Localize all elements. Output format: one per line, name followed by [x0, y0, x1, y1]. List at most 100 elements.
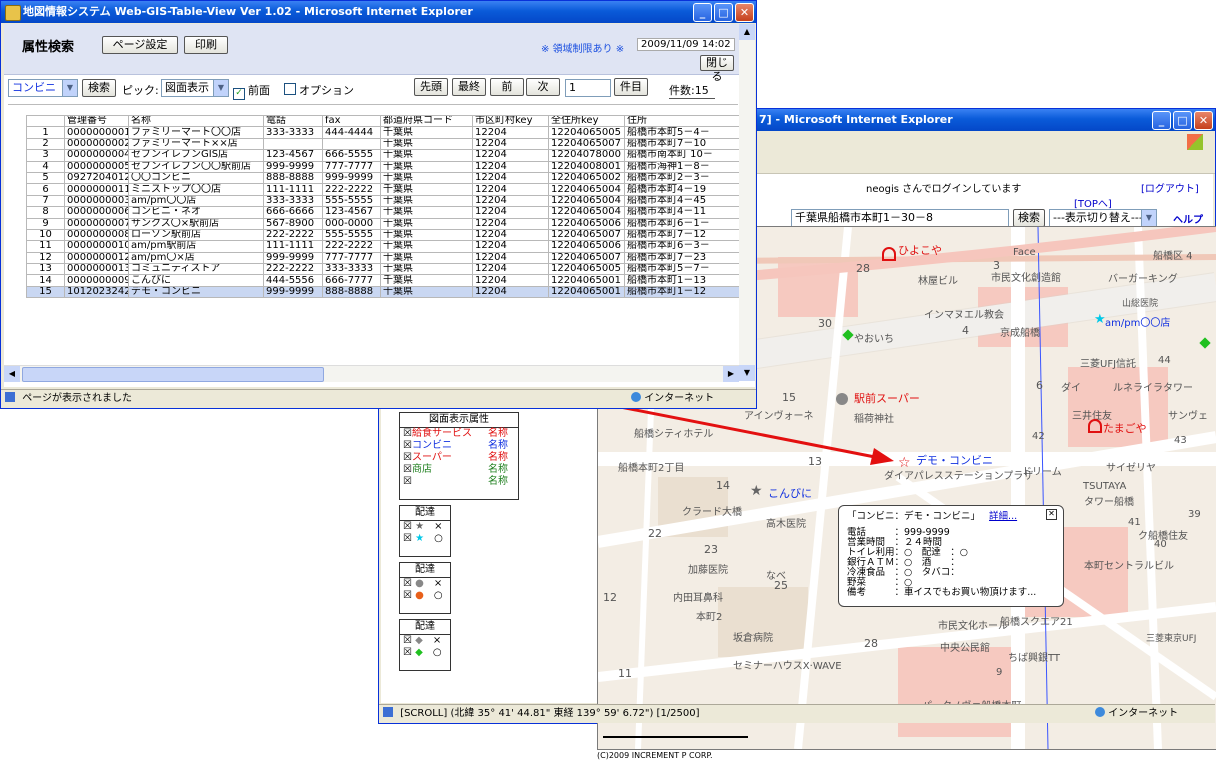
column-header[interactable] — [26, 114, 65, 128]
marker-konbini-icon[interactable]: ★ — [750, 483, 763, 499]
table-row[interactable]: 15 1012023242 デモ・コンビニ 999-9999 888-8888 千葉県 12… — [26, 285, 739, 299]
table-scroll-area[interactable]: 管理番号 名称 電話 fax 都道府県コード 市区町村key 全住所key 住所 1 00000… — [4, 108, 739, 364]
column-header[interactable]: fax — [322, 114, 381, 128]
category-select[interactable]: コンビニ ▼ — [8, 79, 78, 97]
table-row[interactable]: 10 0000000008 ローソン駅前店 222-2222 555-5555 千葉県 12… — [26, 228, 739, 242]
scroll-right-icon[interactable]: ▶ — [723, 366, 739, 382]
checkbox-checked-icon[interactable]: ☒ — [403, 521, 415, 532]
delivery-row[interactable]: ☒ ◆ ○ — [400, 647, 450, 659]
scroll-down-icon[interactable]: ▼ — [739, 365, 755, 381]
goto-record-button[interactable]: 件目 — [614, 78, 648, 96]
front-checkbox[interactable]: ✓ 前面 — [233, 82, 270, 100]
table-row[interactable]: 6 0000000011 ミニストップ〇〇店 111-1111 222-2222 千葉県 1… — [26, 183, 739, 196]
delivery-row[interactable]: ☒ ★ ○ — [400, 533, 450, 545]
marker-ampm-icon[interactable]: ★ — [1094, 312, 1106, 327]
search-button[interactable]: 検索 — [82, 79, 116, 97]
scroll-up-icon[interactable]: ▲ — [739, 24, 755, 40]
table-row[interactable]: 9 0000000007 サンクス〇×駅前店 567-8900 000-0000 千葉県 1… — [26, 217, 739, 230]
table-cell: ミニストップ〇〇店 — [128, 183, 264, 196]
marker-demo-icon[interactable]: ☆ — [898, 455, 911, 471]
checkbox-checked-icon[interactable]: ☒ — [403, 533, 415, 544]
vertical-scrollbar[interactable]: ▲ ▼ — [739, 24, 755, 381]
checkbox-checked-icon[interactable]: ☒ — [403, 452, 412, 463]
checkbox-checked-icon[interactable]: ☒ — [403, 647, 415, 658]
table-cell: 12204065006 — [548, 217, 625, 230]
close-button[interactable]: ✕ — [1194, 111, 1213, 130]
minimize-button[interactable]: _ — [693, 3, 712, 22]
pick-select[interactable]: 図面表示 ▼ — [161, 79, 229, 97]
address-search-button[interactable]: 検索 — [1013, 209, 1045, 227]
horizontal-scrollbar[interactable]: ◀ ▶ — [4, 365, 739, 382]
prev-button[interactable]: 前 — [490, 78, 524, 96]
minimize-button[interactable]: _ — [1152, 111, 1171, 130]
column-header[interactable]: 全住所key — [548, 114, 625, 128]
checkbox-checked-icon[interactable]: ☒ — [403, 635, 415, 646]
checkbox-checked-icon[interactable]: ☒ — [403, 590, 415, 601]
table-window-titlebar[interactable]: 地図情報システム Web-GIS-Table-View Ver 1.02 - M… — [1, 1, 756, 23]
table-row[interactable]: 13 0000000013 コミュニティストア 222-2222 333-3333 千葉県… — [26, 263, 739, 276]
table-cell: 0000000010 — [64, 240, 129, 253]
first-button[interactable]: 先頭 — [414, 78, 448, 96]
column-header[interactable]: 管理番号 — [64, 114, 129, 128]
close-button[interactable]: ✕ — [735, 3, 754, 22]
checkbox-checked-icon[interactable]: ☒ — [403, 464, 412, 475]
maximize-button[interactable]: □ — [1173, 111, 1192, 130]
table-row[interactable]: 4 0000000005 セブンイレブン〇〇駅前店 999-9999 777-7777 千… — [26, 160, 739, 173]
column-header[interactable]: 名称 — [128, 114, 264, 128]
table-row[interactable]: 12 0000000012 am/pm〇×店 999-9999 777-7777 千葉県 1… — [26, 251, 739, 265]
legend-row[interactable]: ☒給食サービス 名称 — [400, 428, 518, 440]
table-row[interactable]: 5 0927204012 〇〇コンビニ 888-8888 999-9999 千葉県 1220… — [26, 171, 739, 185]
last-button[interactable]: 最終 — [452, 78, 486, 96]
map-label-takamoto: 高木医院 — [766, 519, 806, 530]
page-setting-button[interactable]: ページ設定 — [102, 36, 178, 54]
close-page-button[interactable]: 閉じる — [700, 55, 734, 83]
map-label-hayashi: 林屋ビル — [918, 276, 958, 287]
scroll-thumb[interactable] — [22, 367, 324, 382]
table-row[interactable]: 7 0000000003 am/pm〇〇店 333-3333 555-5555 千葉県 12… — [26, 194, 739, 208]
marker-hiyokoya-icon[interactable] — [882, 247, 896, 261]
scroll-left-icon[interactable]: ◀ — [4, 366, 20, 382]
address-search-input[interactable]: 千葉県船橋市本町1－30－8 — [791, 209, 1009, 227]
checkbox-checked-icon[interactable]: ☒ — [403, 428, 412, 439]
table-cell: 千葉県 — [380, 137, 473, 151]
popup-close-icon[interactable]: ✕ — [1046, 509, 1057, 520]
print-button[interactable]: 印刷 — [184, 36, 228, 54]
table-row[interactable]: 3 0000000004 セブンイレブンGIS店 123-4567 666-5555 千葉… — [26, 149, 739, 162]
marker-tamagoya-icon[interactable] — [1088, 419, 1102, 433]
map-label-tsutaya: TSUTAYA — [1083, 481, 1127, 492]
table-row[interactable]: 1 0000000001 ファミリーマート〇〇店 333-3333 444-4444 千葉… — [26, 126, 739, 139]
legend-row[interactable]: ☒商店 名称 — [400, 464, 518, 476]
popup-detail-link[interactable]: 詳細... — [989, 511, 1017, 522]
legend-attributes: 図面表示属性 ☒給食サービス 名称 ☒コンビニ 名称 ☒スーパー 名称 ☒商店 名称 ☒ 名称 — [399, 412, 519, 500]
table-row[interactable]: 2 0000000002 ファミリーマート××店 千葉県 12204 1220406500… — [26, 137, 739, 151]
checkbox-checked-icon[interactable]: ☒ — [403, 440, 412, 451]
checkbox-checked-icon[interactable]: ☒ — [403, 476, 412, 487]
table-row[interactable]: 8 0000000006 コンビニ・ネオ 666-6666 123-4567 千葉県 122… — [26, 206, 739, 219]
column-header[interactable]: 住所 — [624, 114, 739, 128]
maximize-button[interactable]: □ — [714, 3, 733, 22]
logout-link[interactable]: [ログアウト] — [1141, 180, 1199, 195]
legend-row[interactable]: ☒コンビニ 名称 — [400, 440, 518, 452]
help-link[interactable]: ヘルプ — [1173, 211, 1203, 226]
next-button[interactable]: 次 — [526, 78, 560, 96]
delivery-row[interactable]: ☒ ● × — [400, 578, 450, 590]
top-link[interactable]: [TOPへ] — [1074, 195, 1112, 210]
delivery-row[interactable]: ☒ ★ × — [400, 521, 450, 533]
marker-ekimae-icon[interactable] — [836, 393, 848, 405]
table-cell: 千葉県 — [380, 206, 473, 219]
column-header[interactable]: 電話 — [263, 114, 323, 128]
page-number-input[interactable]: 1 — [565, 79, 611, 97]
map-status-text: [SCROLL] (北緯 35° 41' 44.81" 東経 139° 59' … — [400, 708, 700, 719]
option-checkbox[interactable]: オプション — [284, 82, 354, 98]
column-header[interactable]: 都道府県コード — [380, 114, 473, 128]
table-row[interactable]: 14 0000000009 こんびに 444-5556 666-7777 千葉県 12204… — [26, 274, 739, 287]
checkbox-checked-icon[interactable]: ☒ — [403, 578, 415, 589]
column-header[interactable]: 市区町村key — [472, 114, 549, 128]
table-row[interactable]: 11 0000000010 am/pm駅前店 111-1111 222-2222 千葉県 1… — [26, 240, 739, 253]
delivery-row[interactable]: ☒ ● ○ — [400, 590, 450, 602]
legend-row[interactable]: ☒スーパー 名称 — [400, 452, 518, 464]
delivery-row[interactable]: ☒ ◆ × — [400, 635, 450, 647]
display-switch-select[interactable]: ---表示切り替え--- ▼ — [1049, 209, 1157, 227]
legend-row[interactable]: ☒ 名称 — [400, 476, 518, 488]
table-cell: 999-9999 — [263, 285, 323, 299]
